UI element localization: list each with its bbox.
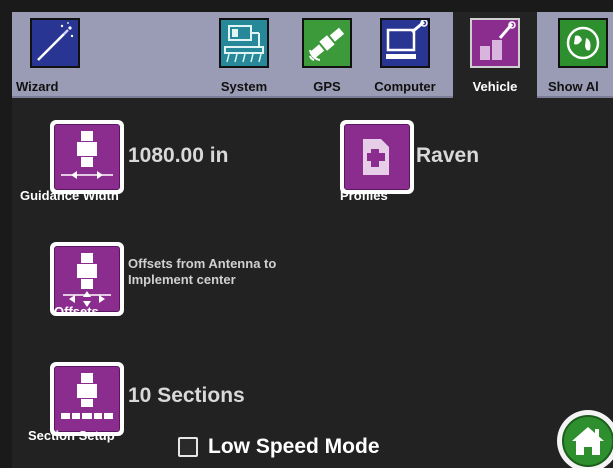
- guidance-width-label: Guidance Width: [20, 188, 119, 203]
- section-setup-button[interactable]: [50, 362, 124, 436]
- home-icon: [572, 427, 604, 455]
- tab-wizard[interactable]: Wizard: [12, 12, 98, 98]
- profiles-icon: [363, 139, 389, 175]
- tab-vehicle[interactable]: Vehicle: [453, 12, 537, 98]
- tab-show-all[interactable]: Show Al: [542, 12, 613, 98]
- profiles-button[interactable]: [340, 120, 414, 194]
- tab-gps-label: GPS: [313, 79, 341, 94]
- globe-icon: [558, 18, 608, 68]
- system-field-icon: [219, 18, 269, 68]
- wizard-wand-icon: [30, 18, 80, 68]
- tab-wizard-label: Wizard: [16, 79, 59, 94]
- offsets-label: Offsets: [54, 304, 99, 319]
- section-count-value: 10 Sections: [128, 384, 245, 407]
- profile-name-value: Raven: [416, 144, 480, 167]
- vehicle-settings-screen: Wizard System GPS Computer Vehicle Show …: [12, 12, 613, 468]
- low-speed-mode-checkbox[interactable]: [178, 437, 198, 457]
- section-setup-icon: [61, 373, 113, 419]
- computer-icon: [380, 18, 430, 68]
- vehicle-tools-icon: [470, 18, 520, 68]
- guidance-width-icon: [61, 131, 113, 179]
- tab-system[interactable]: System: [196, 12, 292, 98]
- offsets-description-line1: Offsets from Antenna to: [128, 256, 277, 271]
- tab-system-label: System: [220, 79, 268, 94]
- tab-vehicle-label: Vehicle: [472, 79, 518, 94]
- offsets-icon: [63, 253, 111, 307]
- tab-show-all-label: Show Al: [548, 79, 599, 94]
- section-setup-label: Section Setup: [28, 428, 115, 443]
- offsets-description-line2: Implement center: [128, 272, 236, 287]
- tab-gps[interactable]: GPS: [292, 12, 362, 98]
- tab-bar: Wizard System GPS Computer Vehicle Show …: [12, 12, 613, 98]
- gps-satellite-icon: [302, 18, 352, 68]
- guidance-width-value: 1080.00 in: [128, 144, 229, 167]
- offsets-description: Offsets from Antenna to Implement center: [128, 256, 276, 288]
- profiles-label: Profiles: [340, 188, 388, 203]
- guidance-width-button[interactable]: [50, 120, 124, 194]
- tab-computer-label: Computer: [374, 79, 436, 94]
- tab-computer[interactable]: Computer: [362, 12, 448, 98]
- low-speed-mode-label: Low Speed Mode: [208, 435, 380, 458]
- home-button[interactable]: [557, 410, 613, 468]
